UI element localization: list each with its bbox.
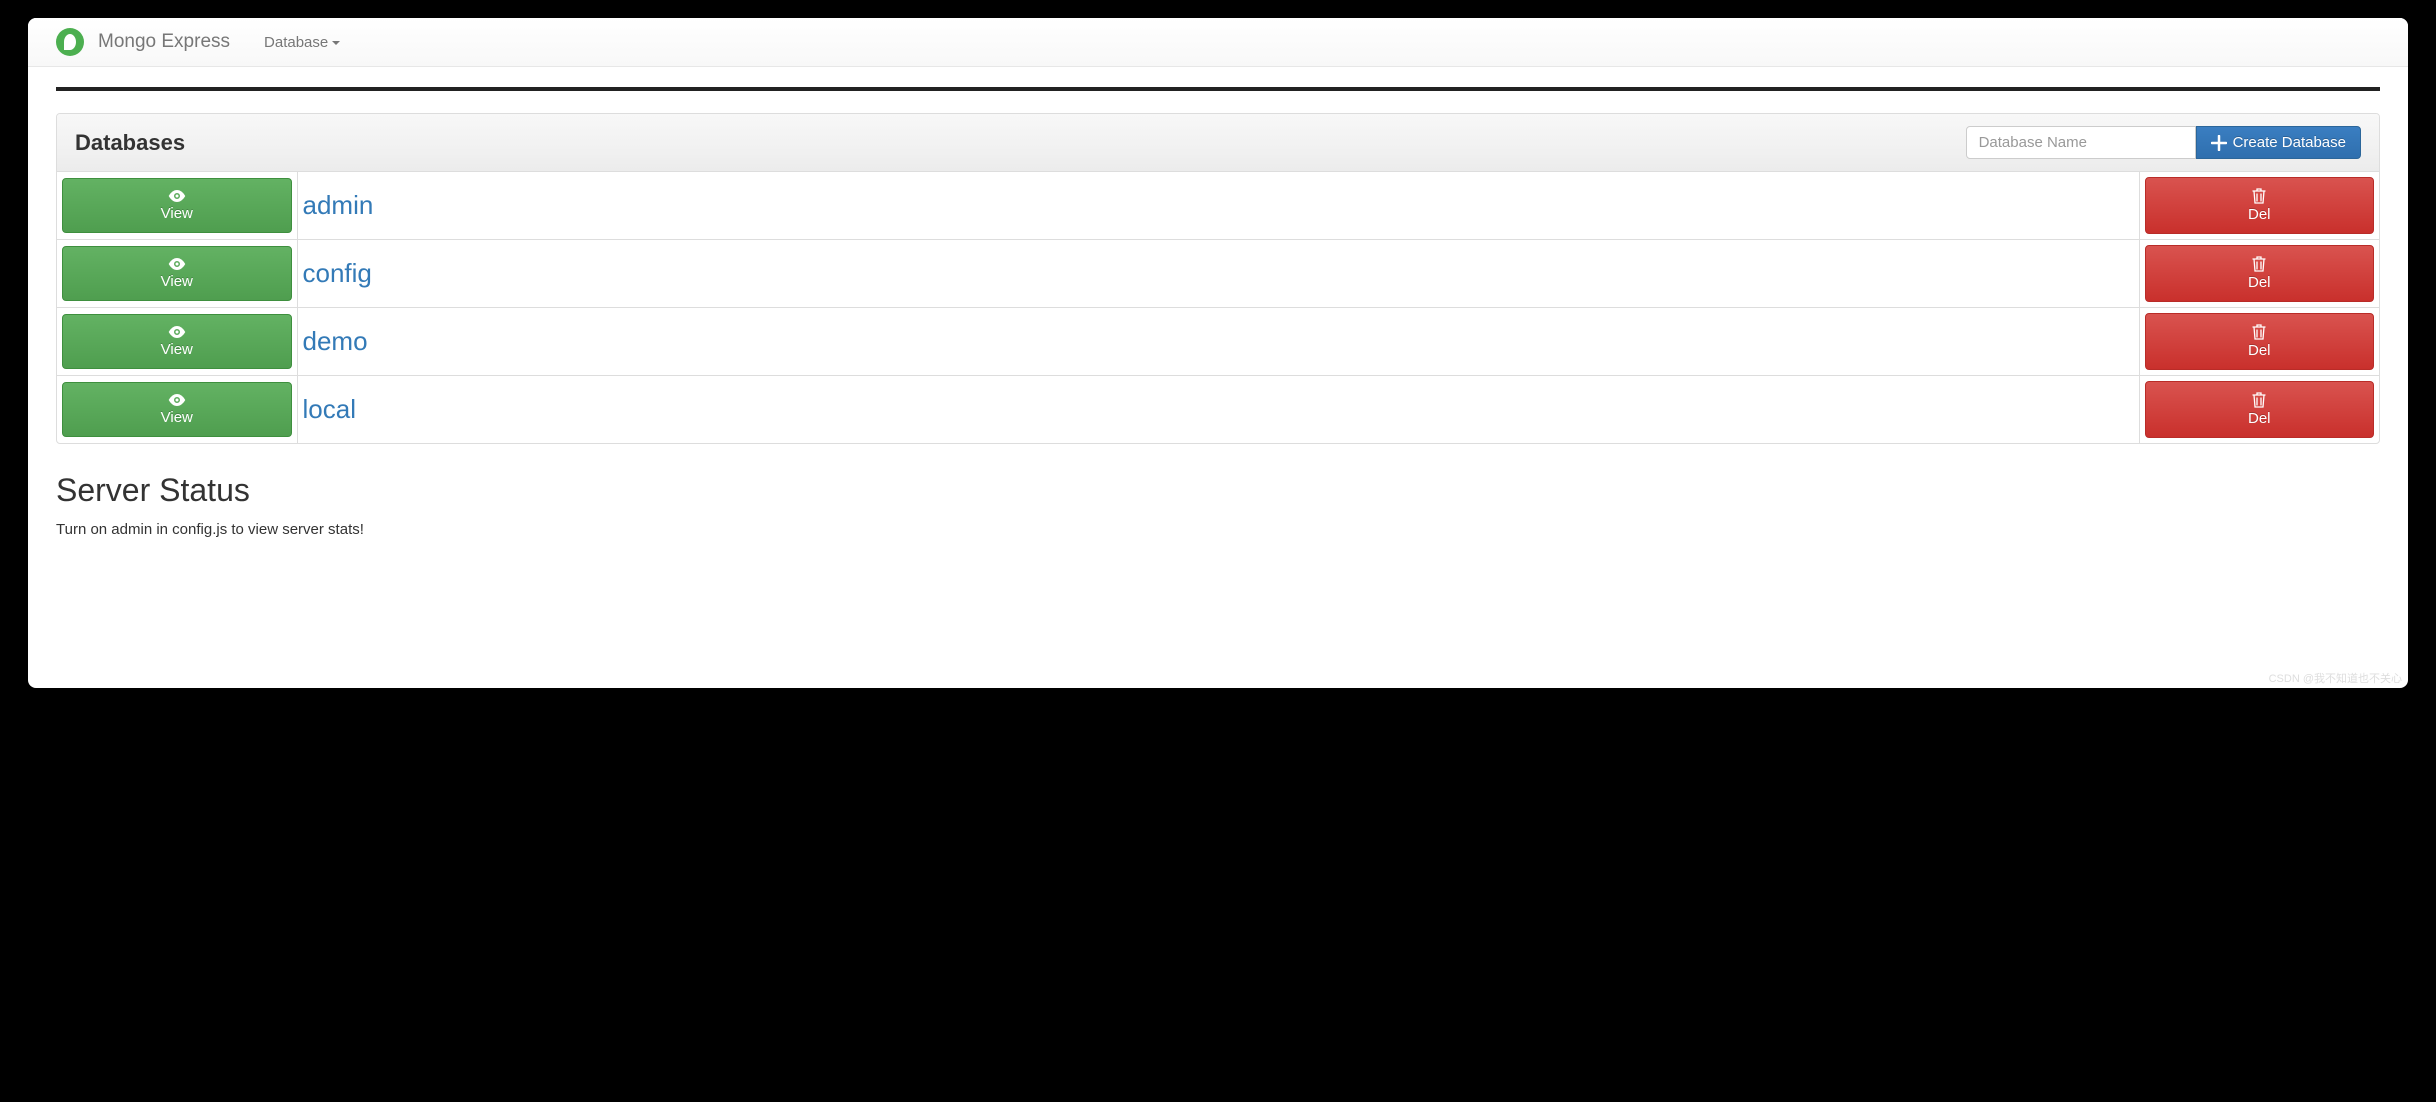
database-link[interactable]: admin — [303, 190, 374, 220]
view-button[interactable]: View — [62, 314, 292, 369]
view-button-label: View — [161, 273, 193, 290]
delete-button[interactable]: Del — [2145, 245, 2375, 302]
eye-icon — [168, 393, 186, 407]
delete-button-label: Del — [2248, 206, 2271, 223]
database-dropdown[interactable]: Database — [264, 34, 340, 51]
app-window: Mongo Express Database Databases Create … — [28, 18, 2408, 688]
caret-down-icon — [332, 41, 340, 45]
table-row: View admin Del — [57, 172, 2379, 240]
mongo-leaf-icon — [56, 28, 84, 56]
eye-icon — [168, 189, 186, 203]
panel-title: Databases — [75, 130, 185, 156]
eye-icon — [168, 257, 186, 271]
database-dropdown-label: Database — [264, 34, 328, 51]
divider — [56, 87, 2380, 91]
view-button[interactable]: View — [62, 382, 292, 437]
view-button[interactable]: View — [62, 178, 292, 233]
database-name-input[interactable] — [1966, 126, 2196, 159]
create-database-label: Create Database — [2233, 134, 2346, 151]
view-button-label: View — [161, 341, 193, 358]
database-link[interactable]: local — [303, 394, 356, 424]
trash-icon — [2251, 256, 2267, 272]
view-button-label: View — [161, 409, 193, 426]
main-container: Databases Create Database View admin — [28, 67, 2408, 558]
trash-icon — [2251, 188, 2267, 204]
table-row: View local Del — [57, 376, 2379, 444]
panel-heading: Databases Create Database — [57, 114, 2379, 172]
delete-button-label: Del — [2248, 274, 2271, 291]
table-row: View config Del — [57, 240, 2379, 308]
plus-icon — [2211, 135, 2227, 151]
create-db-form: Create Database — [1966, 126, 2361, 159]
databases-panel: Databases Create Database View admin — [56, 113, 2380, 444]
delete-button[interactable]: Del — [2145, 313, 2375, 370]
delete-button[interactable]: Del — [2145, 177, 2375, 234]
view-button-label: View — [161, 205, 193, 222]
table-row: View demo Del — [57, 308, 2379, 376]
eye-icon — [168, 325, 186, 339]
create-database-button[interactable]: Create Database — [2196, 126, 2361, 159]
watermark: CSDN @我不知道也不关心 — [2269, 670, 2402, 686]
database-link[interactable]: config — [303, 258, 372, 288]
delete-button-label: Del — [2248, 342, 2271, 359]
trash-icon — [2251, 324, 2267, 340]
trash-icon — [2251, 392, 2267, 408]
brand-title[interactable]: Mongo Express — [98, 31, 230, 53]
view-button[interactable]: View — [62, 246, 292, 301]
server-status-message: Turn on admin in config.js to view serve… — [56, 521, 2380, 538]
navbar: Mongo Express Database — [28, 18, 2408, 67]
delete-button-label: Del — [2248, 410, 2271, 427]
databases-table: View admin Del View config Del — [57, 172, 2379, 443]
delete-button[interactable]: Del — [2145, 381, 2375, 438]
database-link[interactable]: demo — [303, 326, 368, 356]
server-status-heading: Server Status — [56, 472, 2380, 509]
